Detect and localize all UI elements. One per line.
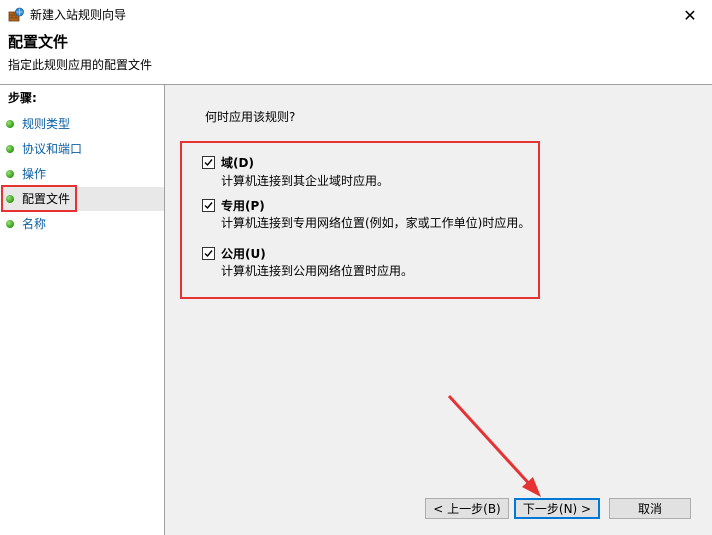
step-name[interactable]: 名称: [2, 212, 164, 236]
domain-option-desc: 计算机连接到其企业域时应用。: [221, 174, 390, 188]
page-subtitle: 指定此规则应用的配置文件: [8, 58, 153, 72]
public-option-title[interactable]: 公用(U): [221, 246, 266, 262]
firewall-icon: [8, 7, 24, 23]
green-dot-icon: [6, 145, 14, 153]
window-title: 新建入站规则向导: [30, 8, 127, 22]
private-option-title[interactable]: 专用(P): [221, 198, 265, 214]
public-checkbox[interactable]: [202, 247, 215, 260]
close-icon: ✕: [683, 5, 697, 25]
close-button[interactable]: ✕: [668, 0, 712, 30]
green-dot-icon: [6, 120, 14, 128]
private-checkbox[interactable]: [202, 199, 215, 212]
step-label: 名称: [22, 217, 47, 231]
step-label: 协议和端口: [22, 142, 83, 156]
question-label: 何时应用该规则?: [205, 110, 296, 124]
step-label: 操作: [22, 167, 47, 181]
annotation-box-step: [1, 185, 77, 212]
steps-label: 步骤:: [8, 91, 37, 105]
green-dot-icon: [6, 170, 14, 178]
checkmark-icon: [204, 159, 213, 167]
next-button[interactable]: 下一步(N) >: [514, 498, 600, 519]
checkmark-icon: [204, 202, 213, 210]
back-button[interactable]: < 上一步(B): [425, 498, 509, 519]
page-title: 配置文件: [8, 33, 69, 51]
private-option-desc: 计算机连接到专用网络位置(例如，家或工作单位)时应用。: [221, 216, 531, 230]
checkmark-icon: [204, 250, 213, 258]
step-label: 规则类型: [22, 117, 71, 131]
step-action[interactable]: 操作: [2, 162, 164, 186]
green-dot-icon: [6, 220, 14, 228]
step-protocol-ports[interactable]: 协议和端口: [2, 137, 164, 161]
cancel-button[interactable]: 取消: [609, 498, 691, 519]
step-rule-type[interactable]: 规则类型: [2, 112, 164, 136]
domain-option-title[interactable]: 域(D): [221, 155, 254, 171]
domain-checkbox[interactable]: [202, 156, 215, 169]
public-option-desc: 计算机连接到公用网络位置时应用。: [221, 264, 414, 278]
